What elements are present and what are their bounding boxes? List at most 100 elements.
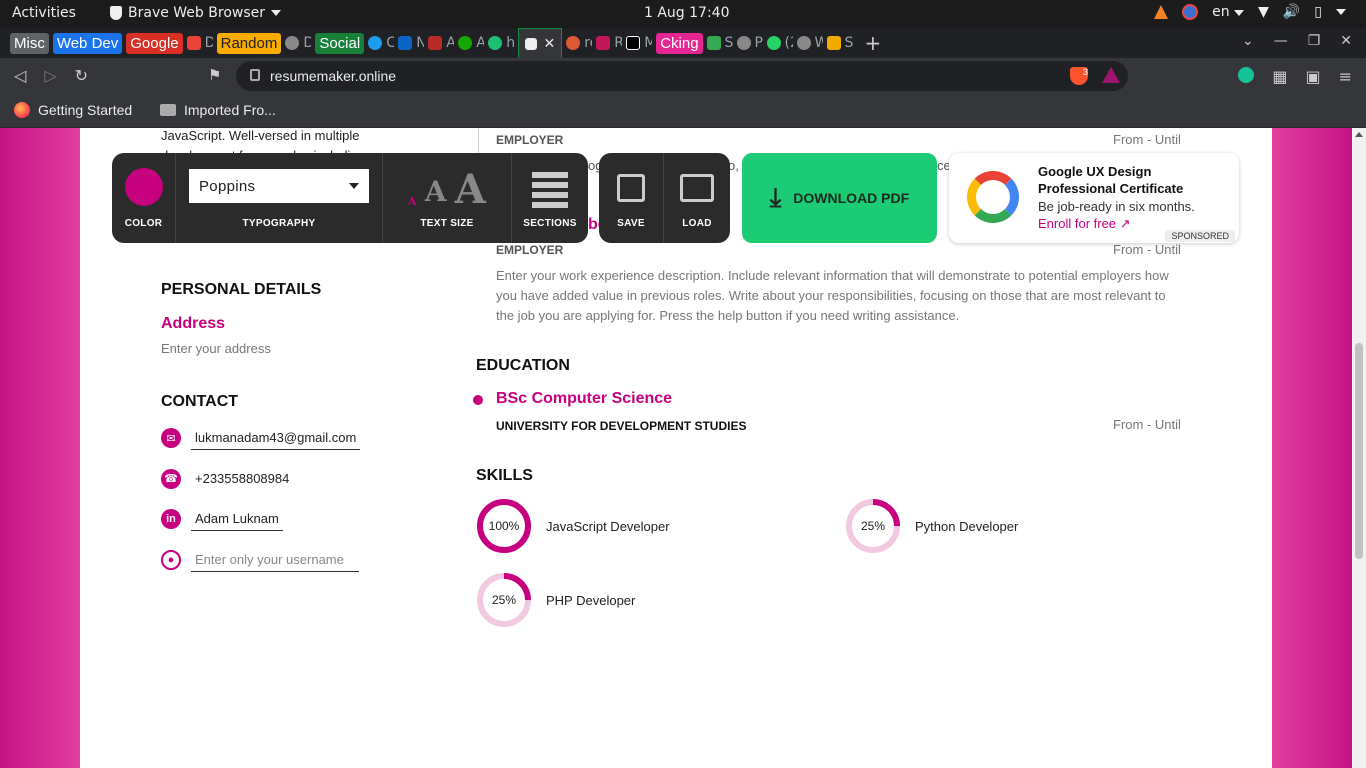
tab-item[interactable]: Re (596, 35, 622, 51)
tab-fiverr[interactable]: ht (488, 35, 514, 51)
activities-button[interactable]: Activities (12, 5, 76, 21)
battery-icon[interactable]: ▯ (1314, 4, 1322, 20)
extensions-icon[interactable]: ▦ (1272, 67, 1287, 86)
volume-icon[interactable]: 🔊 (1283, 4, 1300, 20)
tab-quora[interactable]: Ac (428, 35, 454, 51)
tab-gmail[interactable]: Dı (186, 35, 213, 51)
tab-group-social[interactable]: Social (315, 32, 365, 54)
skill-item[interactable]: 25% PHP Developer (476, 572, 635, 628)
grammarly-icon[interactable] (1238, 67, 1255, 83)
date-range[interactable]: From - Until (1113, 242, 1181, 257)
scrollbar-thumb[interactable] (1355, 343, 1363, 559)
github-field[interactable]: Enter only your username (191, 548, 359, 572)
minimize-icon[interactable]: — (1274, 33, 1288, 49)
twitter-icon (368, 36, 383, 50)
skill-item[interactable]: 100% JavaScript Developer (476, 498, 670, 554)
tab-group-random[interactable]: Random (216, 32, 282, 54)
sections-button[interactable]: SECTIONS (512, 153, 588, 243)
education-heading[interactable]: EDUCATION (476, 357, 570, 375)
back-icon[interactable]: ◁ (14, 66, 26, 85)
scroll-up-icon[interactable] (1355, 132, 1363, 137)
menu-icon[interactable]: ≡ (1339, 67, 1352, 86)
skills-heading[interactable]: SKILLS (476, 467, 533, 485)
avatar-tray-icon[interactable] (1182, 4, 1199, 20)
linkedin-field[interactable]: Adam Luknam (191, 507, 283, 531)
employer-label[interactable]: EMPLOYER (496, 133, 563, 147)
save-button[interactable]: SAVE (599, 153, 664, 243)
personal-details-heading[interactable]: PERSONAL DETAILS (161, 281, 321, 299)
close-tab-icon[interactable]: ✕ (543, 36, 555, 52)
folder-icon (160, 104, 176, 116)
tab-group-web-dev[interactable]: Web Dev (52, 32, 123, 54)
tab-item[interactable]: (2 (766, 35, 793, 51)
maximize-icon[interactable]: ❐ (1308, 33, 1321, 49)
phone-row: ☎ +233558808984 (161, 467, 293, 490)
text-size-small-icon[interactable]: A (408, 195, 417, 208)
skill-item[interactable]: 25% Python Developer (845, 498, 1018, 554)
tab-twitter[interactable]: Cł (368, 35, 394, 51)
tab-strip: Misc Web Dev Google Dı Random Do Social … (0, 28, 1366, 58)
color-button[interactable]: COLOR (112, 153, 176, 243)
tab-item[interactable]: W (796, 35, 823, 51)
text-size-medium-icon[interactable]: A (425, 175, 447, 208)
system-tray[interactable]: en ▼ 🔊 ▯ (1154, 4, 1346, 20)
close-window-icon[interactable]: ✕ (1340, 33, 1352, 49)
tab-upwork[interactable]: Ac (458, 35, 484, 51)
brave-shields-icon[interactable]: 3 (1070, 67, 1088, 85)
forward-icon[interactable]: ▷ (44, 66, 56, 85)
tab-item[interactable]: Do (285, 35, 311, 51)
bookmark-getting-started[interactable]: Getting Started (14, 102, 132, 118)
mail-icon: ✉ (161, 428, 181, 448)
chevron-down-icon (1234, 10, 1245, 16)
chevron-down-icon[interactable] (1336, 9, 1346, 15)
contact-heading[interactable]: CONTACT (161, 393, 238, 411)
tab-linkedin[interactable]: Ne (398, 35, 424, 51)
clock[interactable]: 1 Aug 17:40 (644, 5, 730, 21)
lock-icon[interactable] (250, 69, 260, 81)
address-label[interactable]: Address (161, 315, 225, 333)
wifi-icon[interactable]: ▼ (1258, 4, 1269, 20)
vlc-icon[interactable] (1154, 5, 1169, 19)
tab-group-misc[interactable]: Misc (10, 32, 49, 54)
email-field[interactable]: lukmanadam43@gmail.com (191, 426, 361, 450)
tab-item[interactable]: Sa (826, 35, 853, 51)
bookmark-folder-imported[interactable]: Imported Fro... (160, 102, 276, 118)
text-size-control: A A A TEXT SIZE (383, 153, 512, 243)
page-scrollbar[interactable] (1352, 128, 1366, 768)
skill-name: Python Developer (915, 518, 1019, 534)
phone-field[interactable]: +233558808984 (191, 467, 293, 490)
ad-cta-link[interactable]: Enroll for free ↗ (1038, 216, 1131, 232)
tab-group-cking[interactable]: Cking (656, 32, 703, 54)
reload-icon[interactable]: ↻ (75, 66, 88, 85)
tab-group-google[interactable]: Google (126, 32, 183, 54)
address-input[interactable]: Enter your address (161, 341, 271, 356)
degree-title[interactable]: BSc Computer Science (496, 390, 672, 408)
font-select[interactable]: Poppins (189, 169, 369, 203)
sponsored-ad[interactable]: Google UX Design Professional Certificat… (949, 153, 1239, 243)
url-text[interactable]: resumemaker.online (270, 68, 396, 84)
tab-search-icon[interactable]: ⌄ (1242, 33, 1254, 49)
date-range[interactable]: From - Until (1113, 417, 1181, 432)
text-size-large-icon[interactable]: A (455, 170, 486, 210)
tab-item[interactable]: Sa (706, 35, 733, 51)
tab-item[interactable]: Pr (736, 35, 763, 51)
new-tab-icon[interactable]: + (865, 31, 882, 55)
date-range[interactable]: From - Until (1113, 132, 1181, 147)
address-bar[interactable]: resumemaker.online 3 (236, 61, 1128, 91)
brave-rewards-icon[interactable] (1102, 67, 1120, 83)
school-name[interactable]: UNIVERSITY FOR DEVELOPMENT STUDIES (496, 419, 746, 433)
language-indicator[interactable]: en (1212, 4, 1245, 20)
job-description[interactable]: Enter your work experience description. … (496, 266, 1176, 326)
pen-icon (826, 36, 841, 50)
active-tab[interactable]: ✕ (518, 28, 563, 58)
fiverr-icon (488, 36, 503, 50)
load-button[interactable]: LOAD (664, 153, 730, 243)
download-pdf-button[interactable]: ⤓ DOWNLOAD PDF (742, 153, 937, 243)
skill-progress-ring: 25% (476, 572, 532, 628)
app-menu[interactable]: Brave Web Browser (110, 5, 281, 21)
tab-duckduckgo[interactable]: re (566, 35, 592, 51)
tab-medium[interactable]: M (626, 35, 652, 51)
bookmark-icon[interactable]: ⚑ (208, 66, 221, 84)
wallet-icon[interactable]: ▣ (1305, 67, 1320, 86)
employer-label[interactable]: EMPLOYER (496, 243, 563, 257)
